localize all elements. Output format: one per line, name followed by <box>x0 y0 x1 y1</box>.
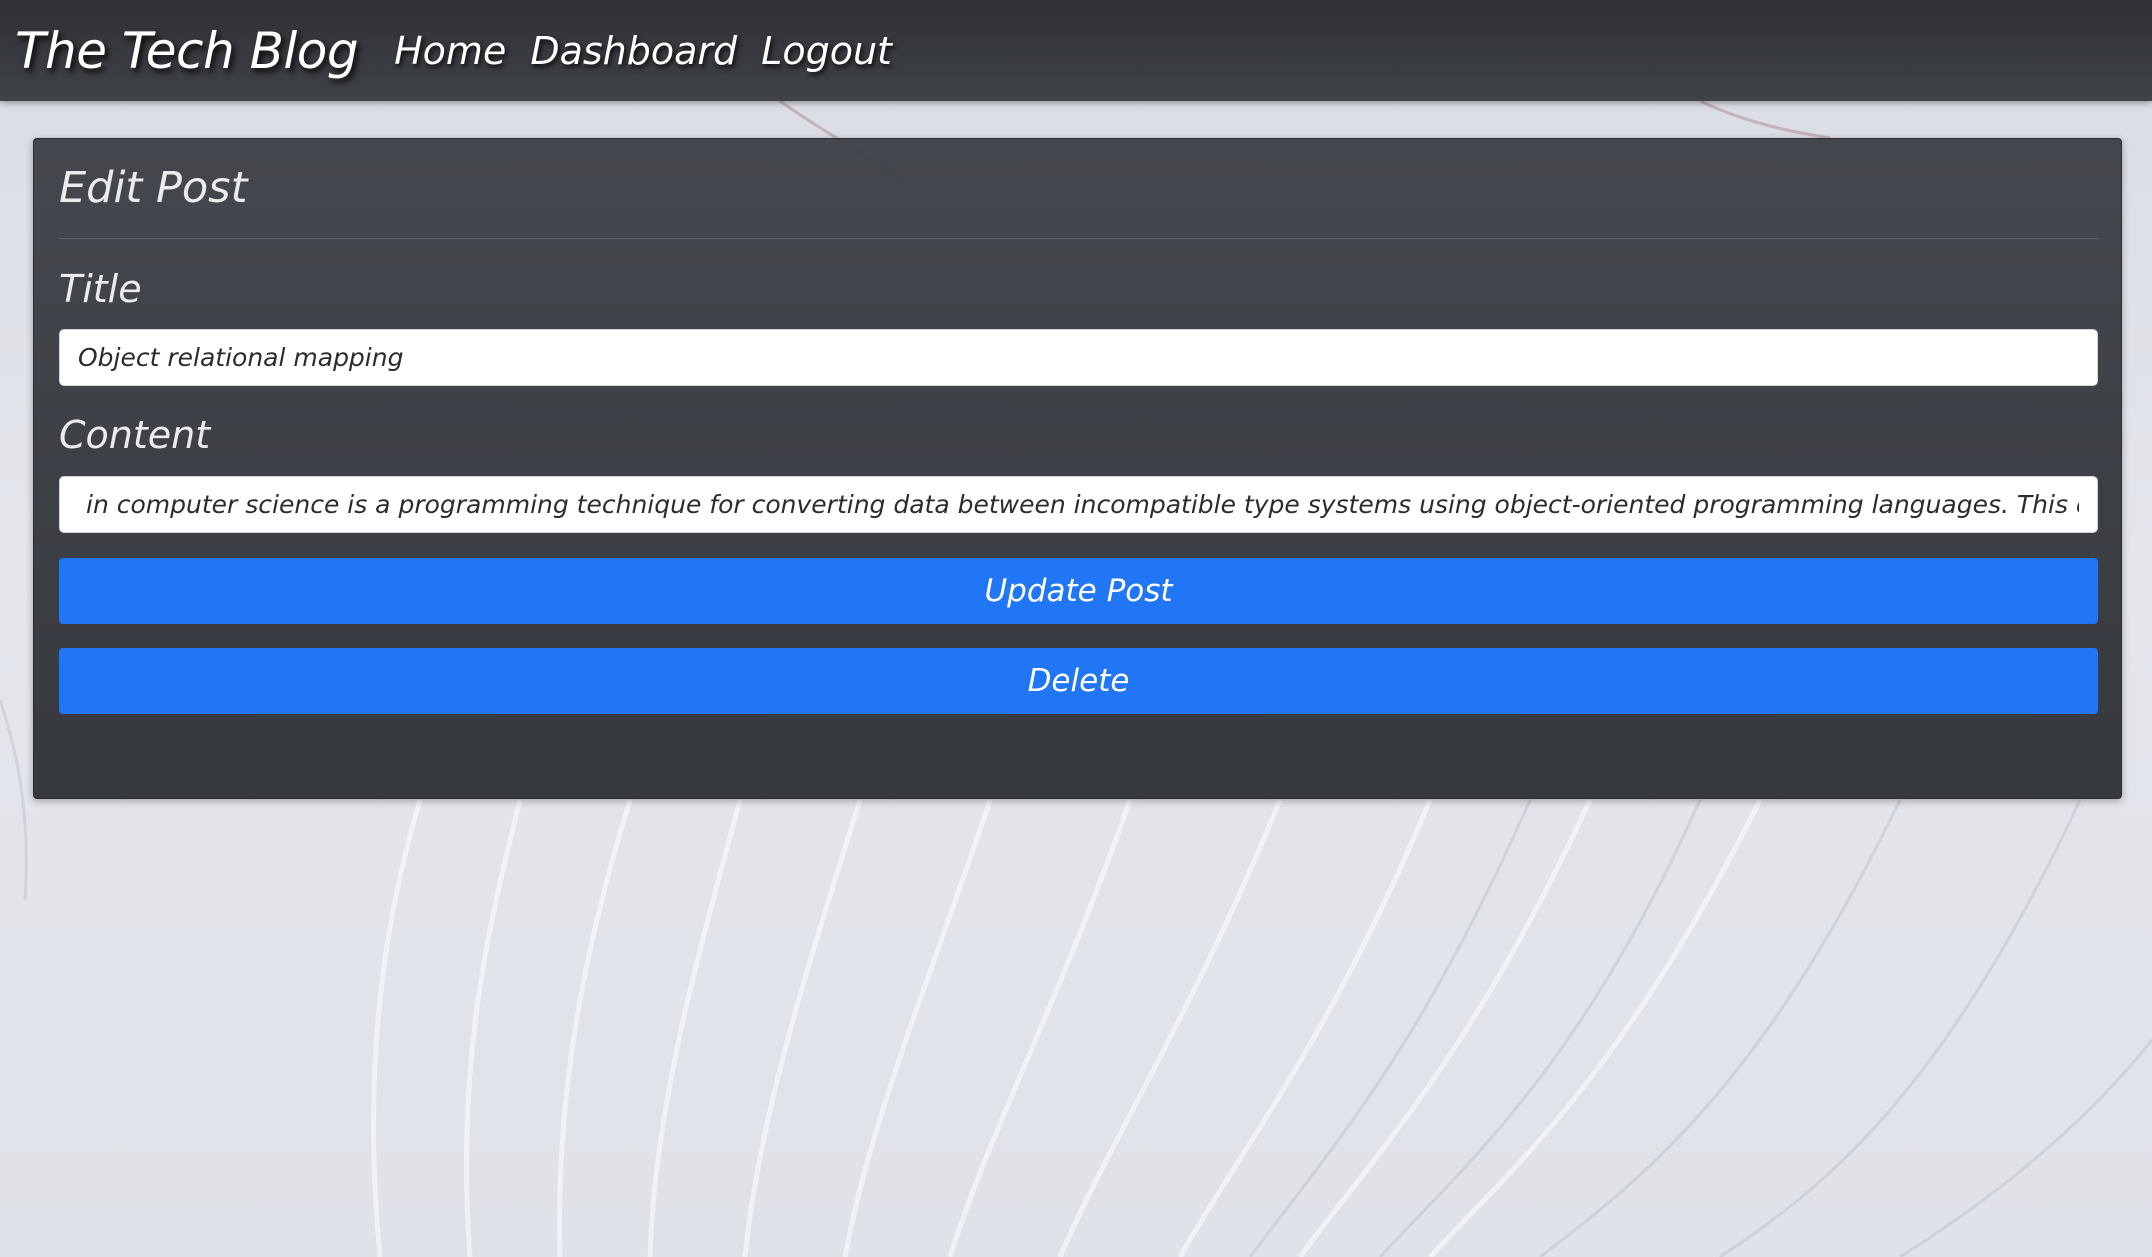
title-input[interactable] <box>59 329 2098 386</box>
delete-post-button[interactable]: Delete <box>59 648 2098 714</box>
heading-divider <box>59 238 2098 239</box>
edit-post-heading: Edit Post <box>59 163 248 213</box>
update-post-button[interactable]: Update Post <box>59 558 2098 624</box>
content-input[interactable] <box>59 476 2098 533</box>
title-label: Title <box>59 267 142 311</box>
top-navbar: The Tech Blog Home Dashboard Logout <box>0 0 2152 101</box>
content-label: Content <box>59 413 211 457</box>
nav-link-home[interactable]: Home <box>394 29 506 73</box>
brand-title[interactable]: The Tech Blog <box>15 22 359 80</box>
edit-post-card: Edit Post Title Content Update Post Dele… <box>33 138 2122 799</box>
nav-link-dashboard[interactable]: Dashboard <box>530 29 737 73</box>
nav-link-logout[interactable]: Logout <box>761 29 892 73</box>
